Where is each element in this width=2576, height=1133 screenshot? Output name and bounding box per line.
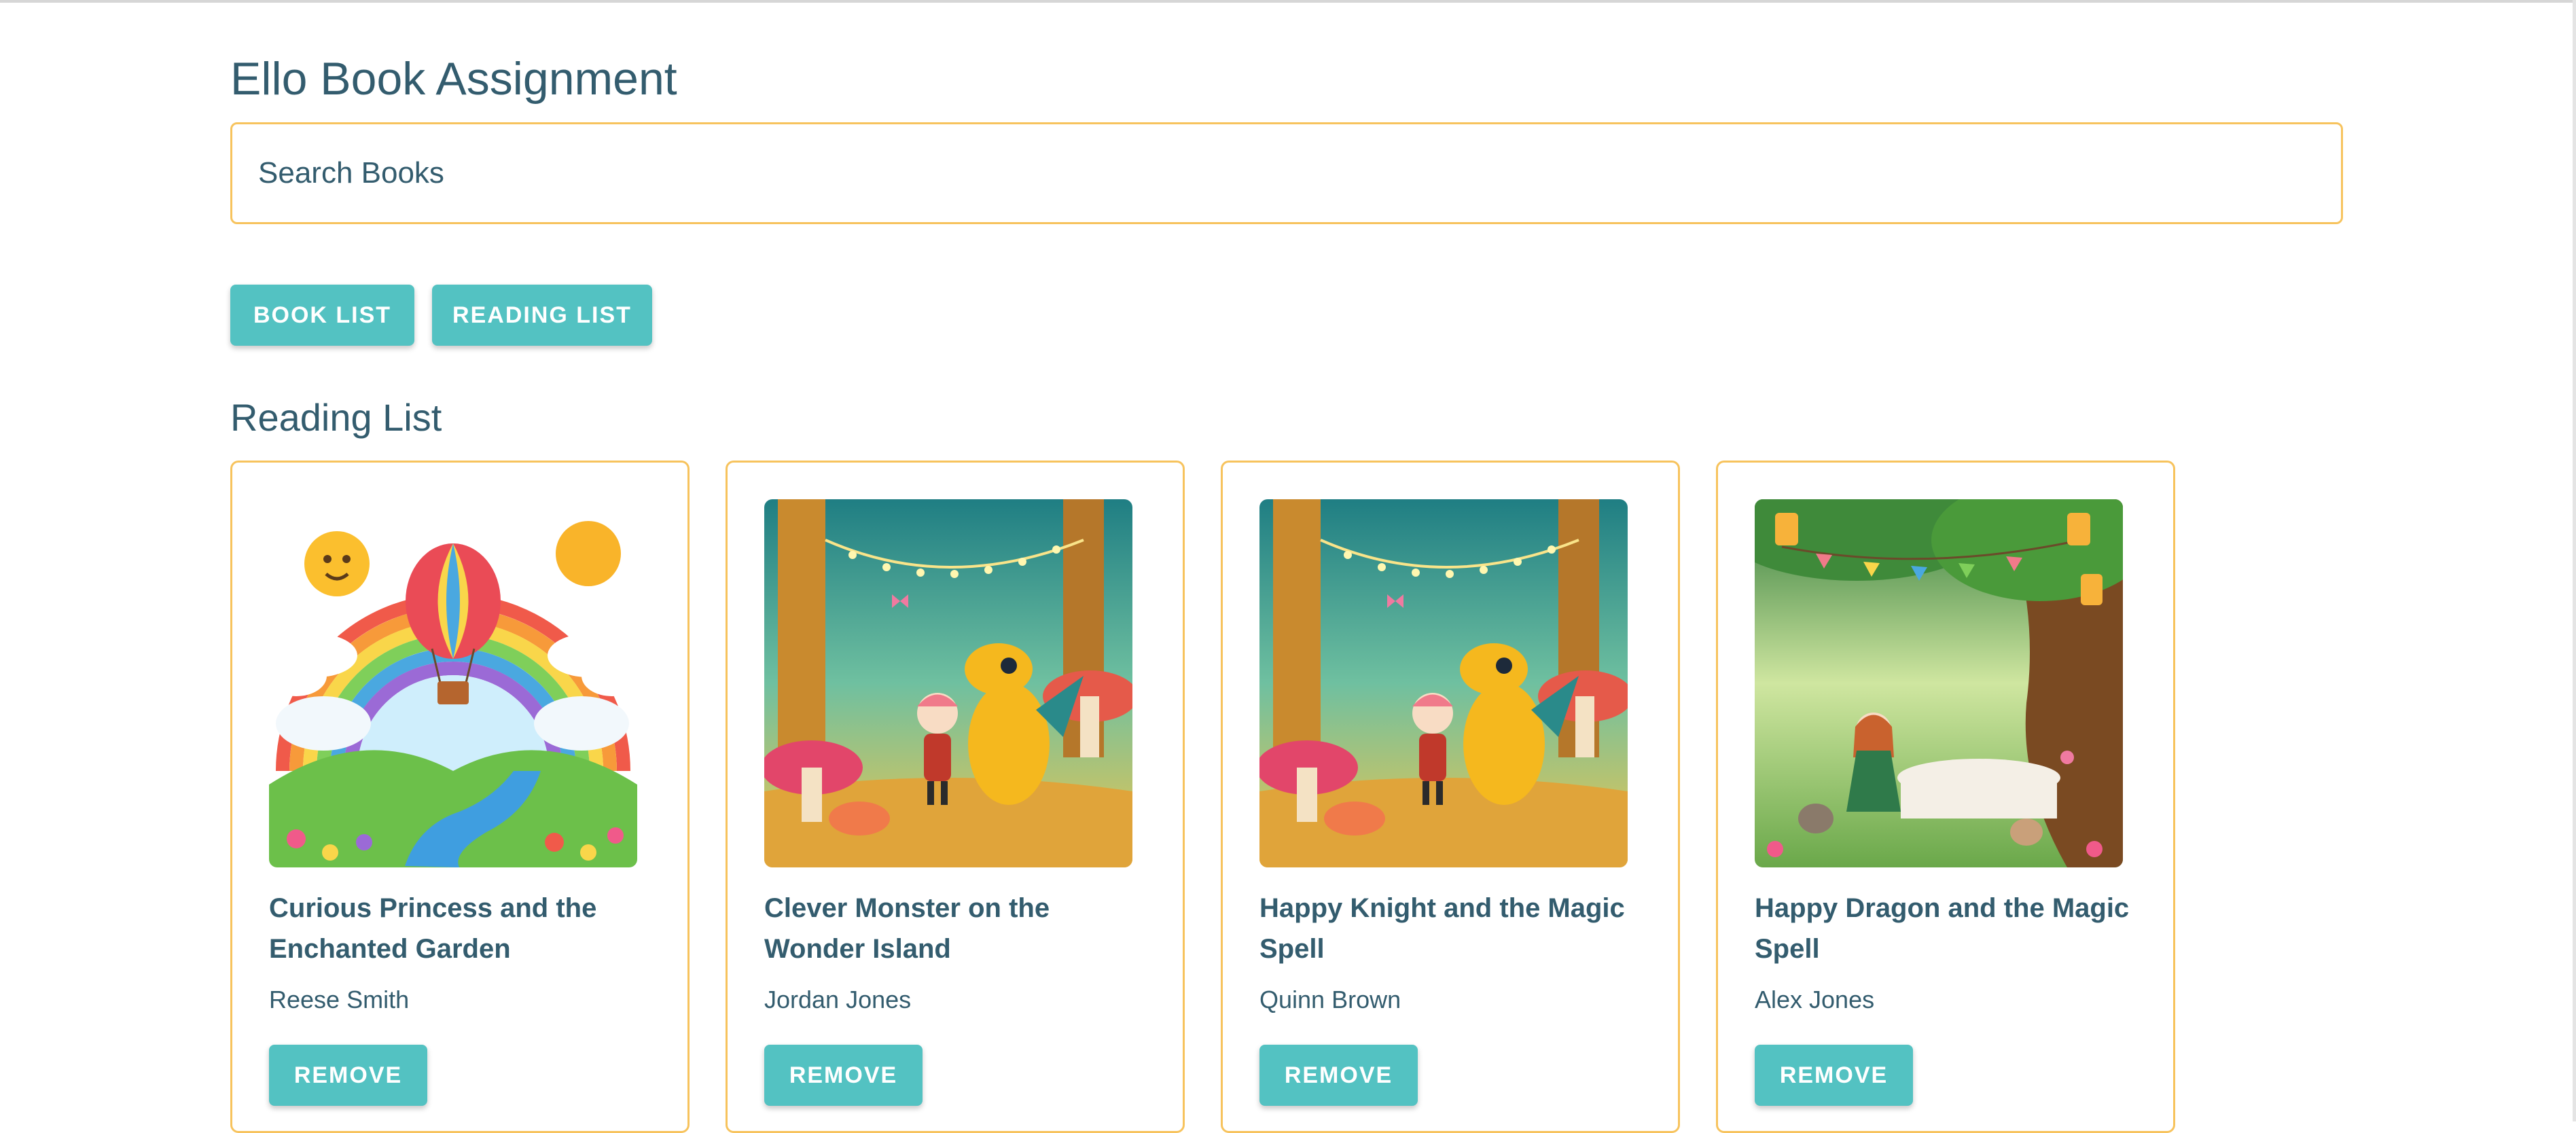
remove-button[interactable]: REMOVE <box>269 1045 427 1106</box>
section-title: Reading List <box>230 396 442 439</box>
book-author: Quinn Brown <box>1259 986 1401 1013</box>
book-card: Happy Knight and the Magic Spell Quinn B… <box>1221 461 1680 1133</box>
remove-button[interactable]: REMOVE <box>764 1045 923 1106</box>
reading-list-button[interactable]: READING LIST <box>432 285 652 346</box>
book-card: Curious Princess and the Enchanted Garde… <box>230 461 690 1133</box>
search-input[interactable] <box>258 124 2296 222</box>
book-author: Reese Smith <box>269 986 410 1013</box>
book-title: Happy Knight and the Magic Spell <box>1259 893 1625 964</box>
book-title: Clever Monster on the Wonder Island <box>764 893 1050 964</box>
book-card: Happy Dragon and the Magic Spell Alex Jo… <box>1716 461 2175 1133</box>
window-scrollbar-track <box>2573 0 2576 1121</box>
book-cover-image <box>764 499 1132 867</box>
book-author: Jordan Jones <box>764 986 912 1013</box>
window-top-border <box>0 0 2576 3</box>
search-box[interactable] <box>230 122 2343 224</box>
book-cover-image <box>1259 499 1628 867</box>
book-title: Happy Dragon and the Magic Spell <box>1755 893 2130 964</box>
book-cover-image <box>269 499 637 867</box>
book-card: Clever Monster on the Wonder Island Jord… <box>726 461 1185 1133</box>
remove-button[interactable]: REMOVE <box>1259 1045 1418 1106</box>
book-list-button[interactable]: BOOK LIST <box>230 285 414 346</box>
book-author: Alex Jones <box>1755 986 1875 1013</box>
page-title: Ello Book Assignment <box>230 53 677 105</box>
book-cover-image <box>1755 499 2123 867</box>
book-title: Curious Princess and the Enchanted Garde… <box>269 893 597 964</box>
remove-button[interactable]: REMOVE <box>1755 1045 1913 1106</box>
